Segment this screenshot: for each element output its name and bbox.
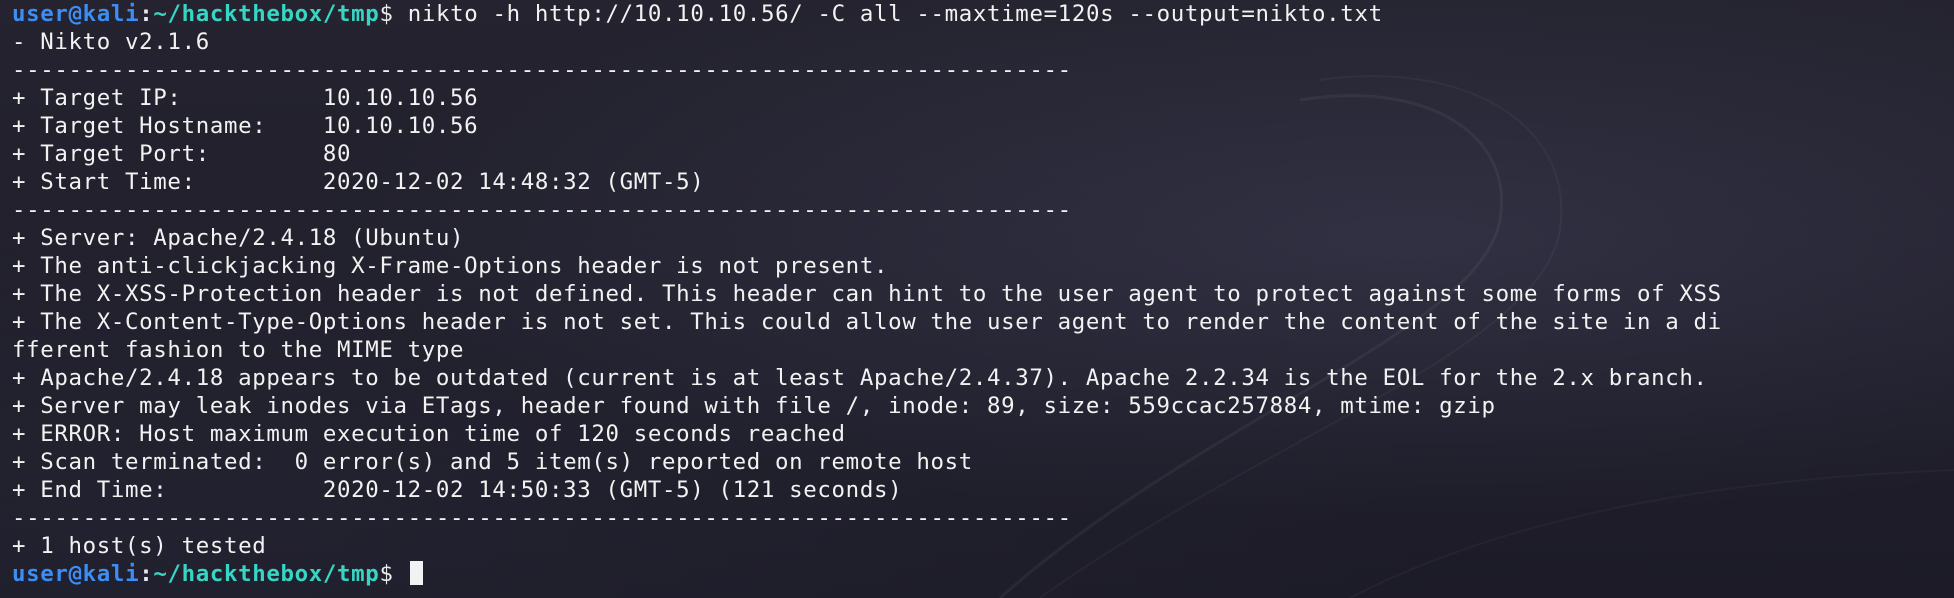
prompt-host: kali <box>82 561 140 587</box>
output-line: + The anti-clickjacking X-Frame-Options … <box>12 253 889 279</box>
output-line: + Scan terminated: 0 error(s) and 5 item… <box>12 449 973 475</box>
prompt-host: kali <box>82 1 140 27</box>
output-line: + Server: Apache/2.4.18 (Ubuntu) <box>12 225 465 251</box>
output-line: + Start Time: 2020-12-02 14:48:32 (GMT-5… <box>12 169 705 195</box>
prompt-path: ~/hackthebox/tmp <box>153 1 380 27</box>
output-line: + The X-XSS-Protection header is not def… <box>12 281 1722 307</box>
prompt-user: user <box>12 561 69 587</box>
prompt-dollar: $ <box>379 561 394 587</box>
output-line: ----------------------------------------… <box>12 57 1072 83</box>
prompt-colon: : <box>139 1 154 27</box>
prompt-at: @ <box>68 1 83 27</box>
output-line: + End Time: 2020-12-02 14:50:33 (GMT-5) … <box>12 477 903 503</box>
command-text: nikto -h http://10.10.10.56/ -C all --ma… <box>393 1 1383 27</box>
prompt-colon: : <box>139 561 154 587</box>
output-line: + Target Port: 80 <box>12 141 352 167</box>
output-line: + Target IP: 10.10.10.56 <box>12 85 479 111</box>
terminal-window[interactable]: user@kali:~/hackthebox/tmp$ nikto -h htt… <box>0 0 1954 588</box>
prompt-user: user <box>12 1 69 27</box>
output-line: + ERROR: Host maximum execution time of … <box>12 421 846 447</box>
output-line: + Server may leak inodes via ETags, head… <box>12 393 1496 419</box>
prompt-at: @ <box>68 561 83 587</box>
prompt-dollar: $ <box>379 1 394 27</box>
output-line: + Apache/2.4.18 appears to be outdated (… <box>12 365 1708 391</box>
output-line: + The X-Content-Type-Options header is n… <box>12 309 1722 335</box>
text-cursor[interactable] <box>409 561 423 585</box>
output-line: + 1 host(s) tested <box>12 533 267 559</box>
output-line: ----------------------------------------… <box>12 505 1072 531</box>
output-line: fferent fashion to the MIME type <box>12 337 465 363</box>
output-line: - Nikto v2.1.6 <box>12 29 210 55</box>
current-prompt-line[interactable]: user@kali:~/hackthebox/tmp$ <box>12 560 1954 588</box>
command-line: user@kali:~/hackthebox/tmp$ nikto -h htt… <box>12 0 1954 28</box>
output-line: ----------------------------------------… <box>12 197 1072 223</box>
output-line: + Target Hostname: 10.10.10.56 <box>12 113 479 139</box>
prompt-path: ~/hackthebox/tmp <box>153 561 380 587</box>
